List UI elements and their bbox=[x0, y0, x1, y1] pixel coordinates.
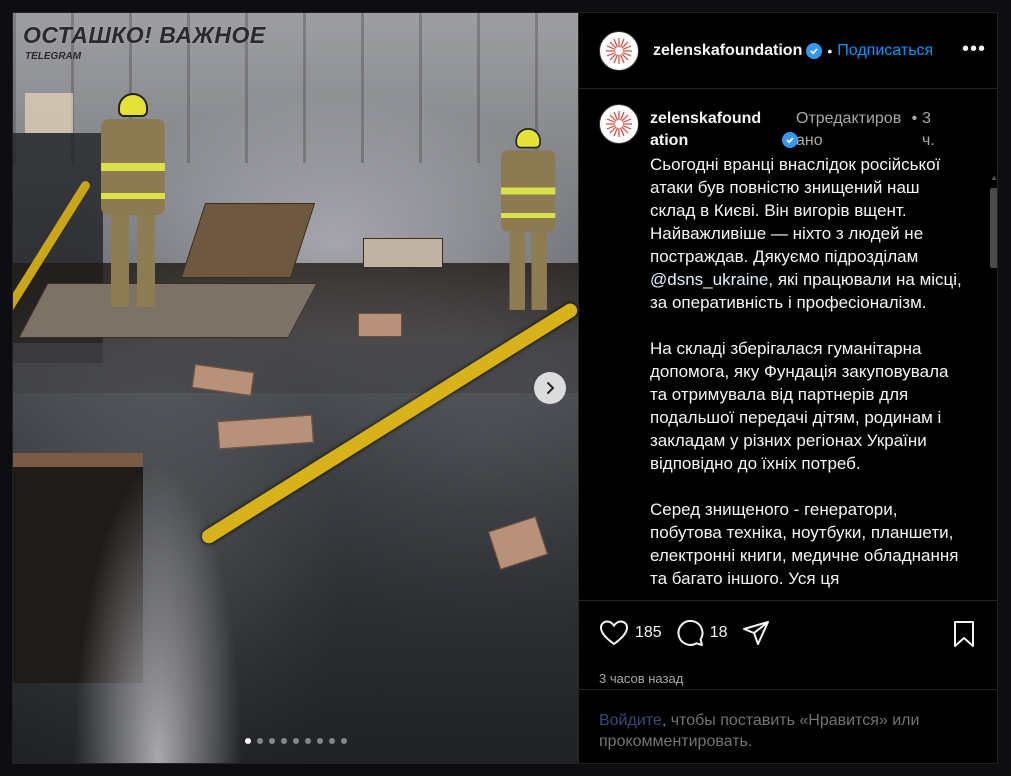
caption-text: Сьогодні вранці внаслідок російської ата… bbox=[650, 153, 968, 600]
photo-water-spray bbox=[73, 463, 243, 763]
comment-button[interactable]: 18 bbox=[676, 619, 728, 647]
post-timestamp[interactable]: 3 часов назад bbox=[599, 671, 683, 686]
foundation-logo-icon bbox=[606, 111, 632, 137]
timestamp-line1: 3 bbox=[922, 110, 931, 127]
save-button[interactable] bbox=[952, 620, 976, 653]
caption-username-line1: zelenskafound bbox=[650, 110, 762, 127]
comment-icon bbox=[677, 619, 704, 646]
photo-window bbox=[25, 93, 73, 133]
carousel-dot[interactable] bbox=[269, 738, 275, 744]
share-icon bbox=[742, 621, 769, 645]
photo-firefighter bbox=[101, 93, 165, 307]
post-header: zelenskafoundation • Подписаться ••• bbox=[579, 13, 997, 89]
caption-timestamp[interactable]: 3 ч. bbox=[922, 108, 952, 152]
carousel-dot[interactable] bbox=[293, 738, 299, 744]
comments-count: 18 bbox=[709, 624, 728, 641]
caption-area: zelenskafound ation Отредактиров • ано 3… bbox=[579, 90, 997, 600]
caption-paragraph: Серед знищеного - генератори, побутова т… bbox=[650, 500, 959, 588]
more-icon[interactable]: ••• bbox=[962, 39, 986, 59]
photo-pallet bbox=[18, 283, 318, 338]
mention-link[interactable]: @dsns_ukraine bbox=[650, 270, 768, 289]
edited-label-line2: ано bbox=[796, 132, 823, 149]
header-separator: • bbox=[827, 42, 833, 59]
carousel-dots bbox=[245, 738, 347, 744]
post-photo[interactable]: ОСТАШКО! ВАЖНОЕ TELEGRAM bbox=[13, 13, 578, 763]
photo-pallet bbox=[363, 238, 443, 268]
share-button[interactable] bbox=[742, 619, 770, 647]
likes-count: 185 bbox=[635, 624, 662, 641]
carousel-dot[interactable] bbox=[305, 738, 311, 744]
carousel-dot[interactable] bbox=[317, 738, 323, 744]
chevron-right-icon bbox=[547, 382, 554, 394]
caption-scrollbar[interactable]: ▲ ▼ bbox=[990, 170, 997, 600]
carousel-dot[interactable] bbox=[245, 738, 251, 744]
caption-paragraph: На складі зберігалася гуманітарна допомо… bbox=[650, 339, 949, 473]
watermark-title: ОСТАШКО! ВАЖНОЕ bbox=[23, 22, 266, 48]
verified-icon bbox=[806, 42, 823, 59]
carousel-dot[interactable] bbox=[329, 738, 335, 744]
meta-separator: • bbox=[911, 110, 918, 127]
heart-icon bbox=[599, 620, 629, 646]
avatar[interactable] bbox=[599, 104, 639, 144]
edited-label-line1: Отредактиров bbox=[796, 110, 902, 127]
photo-box bbox=[358, 313, 402, 337]
photo-firefighter bbox=[501, 128, 556, 310]
bookmark-icon bbox=[954, 621, 974, 647]
watermark-subtitle: TELEGRAM bbox=[25, 51, 82, 62]
carousel-next-button[interactable] bbox=[534, 372, 566, 404]
login-prompt: Войдите, чтобы поставить «Нравится» или … bbox=[579, 689, 997, 763]
carousel-dot[interactable] bbox=[281, 738, 287, 744]
avatar[interactable] bbox=[599, 30, 639, 71]
header-username[interactable]: zelenskafoundation bbox=[653, 42, 802, 60]
login-link[interactable]: Войдите bbox=[599, 712, 662, 729]
edited-label: Отредактиров • ано bbox=[796, 108, 936, 152]
scroll-up-icon[interactable]: ▲ bbox=[990, 174, 997, 182]
caption-text-part: Сьогодні вранці внаслідок російської ата… bbox=[650, 155, 941, 266]
caption-username[interactable]: zelenskafound ation bbox=[650, 108, 798, 152]
carousel-dot[interactable] bbox=[341, 738, 347, 744]
timestamp-line2: ч. bbox=[922, 132, 935, 149]
scroll-thumb[interactable] bbox=[990, 188, 997, 268]
caption-username-line2: ation bbox=[650, 132, 689, 149]
foundation-logo-icon bbox=[606, 37, 632, 64]
like-button[interactable]: 185 bbox=[599, 619, 662, 647]
post-side-panel: zelenskafoundation • Подписаться ••• zel… bbox=[578, 13, 997, 763]
instagram-post-modal: ОСТАШКО! ВАЖНОЕ TELEGRAM zelenskafoundat… bbox=[12, 12, 998, 764]
follow-button[interactable]: Подписаться bbox=[837, 42, 933, 60]
caption-paragraph: Сьогодні вранці внаслідок російської ата… bbox=[650, 153, 968, 314]
carousel-dot[interactable] bbox=[257, 738, 263, 744]
